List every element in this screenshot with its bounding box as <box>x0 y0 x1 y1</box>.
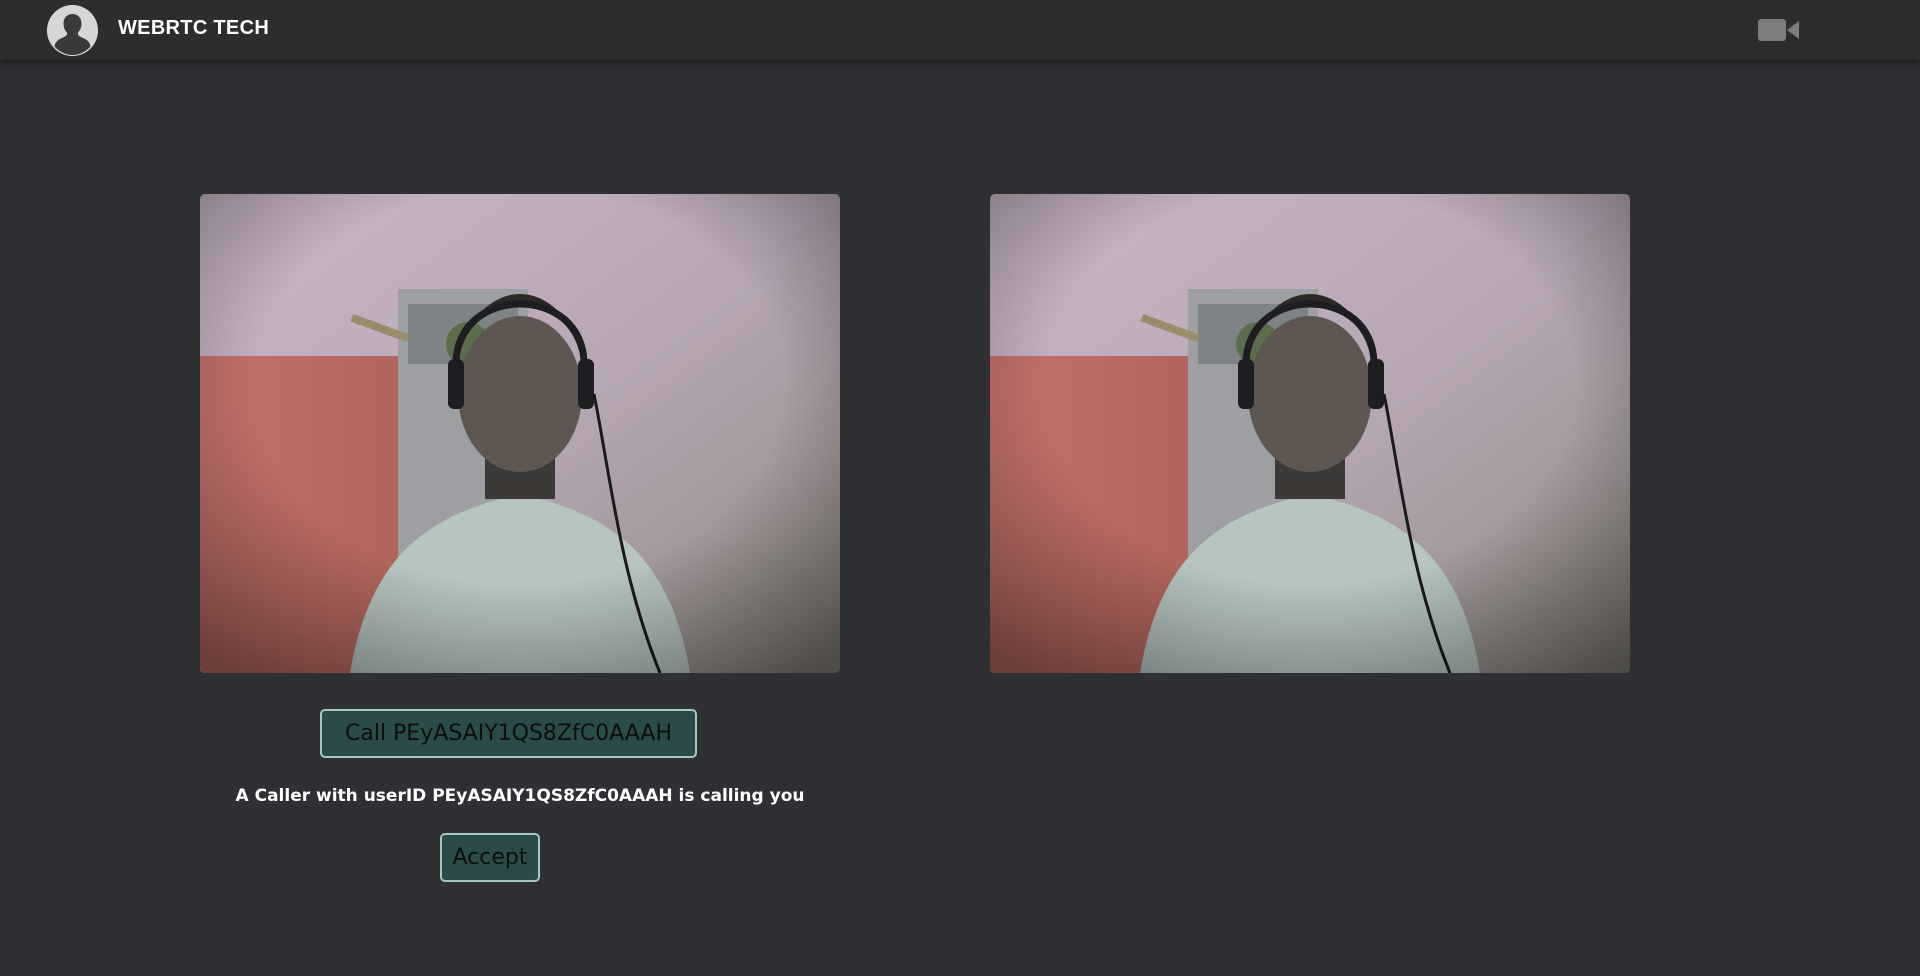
local-video <box>200 194 840 673</box>
webcam-feed-image <box>990 194 1630 673</box>
webcam-feed-image <box>200 194 840 673</box>
top-bar: WEBRTC TECH <box>0 0 1920 60</box>
remote-video <box>990 194 1630 673</box>
brand-title: WEBRTC TECH <box>118 17 270 39</box>
video-camera-icon[interactable] <box>1758 17 1800 43</box>
call-button[interactable]: Call PEyASAIY1QS8ZfC0AAAH <box>320 709 697 758</box>
accept-button[interactable]: Accept <box>440 833 540 882</box>
avatar[interactable] <box>47 5 98 56</box>
user-silhouette-icon <box>47 5 98 56</box>
incoming-call-message: A Caller with userID PEyASAIY1QS8ZfC0AAA… <box>235 786 805 806</box>
